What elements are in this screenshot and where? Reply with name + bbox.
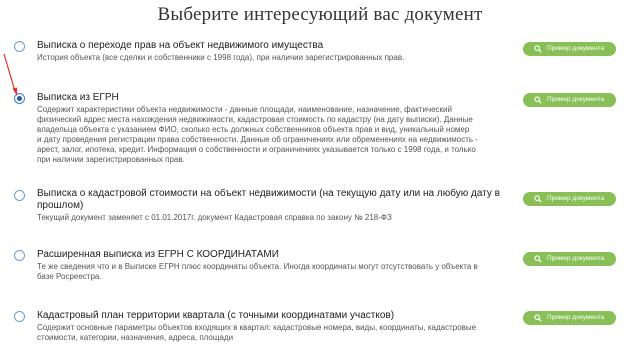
option-title: Кадастровый план территории квартала (с …: [37, 310, 395, 321]
option-description: История объекта (все сделки и собственни…: [37, 53, 405, 62]
button-label: Пример документа: [547, 255, 605, 262]
radio-button[interactable]: [14, 190, 25, 201]
magnifier-icon: [534, 45, 542, 53]
option-description: Содержит основные параметры объектов вхо…: [37, 323, 477, 342]
option-description: Те же сведения что и в Выписке ЕГРН плюс…: [37, 262, 478, 281]
annotation-arrow-icon: [3, 53, 18, 96]
magnifier-icon: [534, 96, 542, 104]
option-description: Текущий документ заменяет с 01.01.2017г.…: [37, 213, 392, 222]
option-title: Расширенная выписка из ЕГРН С КООРДИНАТА…: [37, 249, 279, 260]
page-title: Выберите интересующий вас документ: [157, 4, 483, 25]
option-title: Выписка о кадастровой стоимости на объек…: [37, 188, 500, 211]
option-description: Содержит характеристики объекта недвижим…: [37, 105, 478, 164]
button-label: Пример документа: [547, 195, 605, 202]
sample-document-button[interactable]: Пример документа: [523, 311, 616, 325]
button-label: Пример документа: [547, 314, 605, 321]
magnifier-icon: [534, 314, 542, 322]
magnifier-icon: [534, 195, 542, 203]
sample-document-button[interactable]: Пример документа: [523, 192, 616, 206]
button-label: Пример документа: [547, 96, 605, 103]
option-title: Выписка о переходе прав на объект недвиж…: [37, 40, 324, 51]
radio-button[interactable]: [14, 311, 25, 322]
button-label: Пример документа: [547, 45, 605, 52]
document-selection-page: Выберите интересующий вас документ Выпис…: [0, 0, 640, 351]
option-title: Выписка из ЕГРН: [37, 92, 119, 103]
radio-button[interactable]: [14, 250, 25, 261]
sample-document-button[interactable]: Пример документа: [523, 42, 616, 56]
sample-document-button[interactable]: Пример документа: [523, 252, 616, 266]
sample-document-button[interactable]: Пример документа: [523, 93, 616, 107]
magnifier-icon: [534, 255, 542, 263]
